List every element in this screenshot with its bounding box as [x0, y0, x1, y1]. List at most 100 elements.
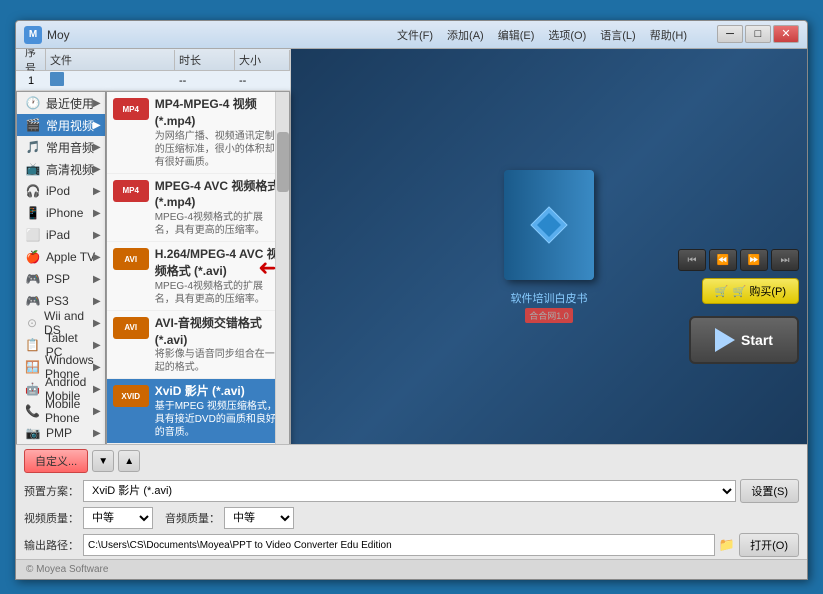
format-desc: 将影像与语音同步组合在一起的格式。	[155, 348, 283, 374]
arrow-icon: ▶	[93, 186, 101, 197]
menu-options[interactable]: 选项(O)	[542, 25, 592, 45]
format-item-mp4-avc[interactable]: MP4 MPEG-4 AVC 视频格式 (*.mp4) MPEG-4视频格式的扩…	[107, 174, 289, 243]
col-header-file: 文件	[46, 50, 175, 70]
red-arrow-indicator: ➜	[258, 255, 276, 281]
app-icon: M	[24, 26, 42, 44]
menu-item-hd-video[interactable]: 📺 高清视频 ▶	[17, 158, 105, 180]
output-select[interactable]: XviD 影片 (*.avi)	[83, 480, 736, 502]
format-desc: MPEG-4视频格式的扩展名，具有更高的压缩率。	[155, 280, 283, 306]
arrow-icon: ▶	[93, 384, 101, 395]
settings-button[interactable]: 设置(S)	[740, 479, 799, 503]
ad-badge: 合合网1.0	[525, 308, 573, 323]
start-label: Start	[741, 332, 773, 348]
format-item-avi-audio[interactable]: AVI AVI-音视频交错格式 (*.avi) 将影像与语音同步组合在一起的格式…	[107, 311, 289, 380]
menu-add[interactable]: 添加(A)	[441, 25, 490, 45]
row-num: 1	[16, 73, 46, 89]
buy-button[interactable]: 🛒 🛒 购买(P)	[702, 278, 799, 304]
menu-item-ipad[interactable]: ⬜ iPad ▶	[17, 224, 105, 246]
folder-icon: 📁	[719, 537, 735, 553]
arrow-icon: ▶	[93, 98, 101, 109]
arrow-icon: ▶	[93, 296, 101, 307]
arrow-icon: ▶	[93, 274, 101, 285]
close-button[interactable]: ✕	[773, 25, 799, 43]
menu-item-common-audio[interactable]: 🎵 常用音频 ▶	[17, 136, 105, 158]
ipad-icon: ⬜	[25, 227, 41, 243]
video-quality-label: 视频质量：	[24, 510, 79, 526]
format-title: MPEG-4 AVC 视频格式 (*.mp4)	[155, 178, 283, 212]
footer: © Moyea Software	[16, 559, 807, 579]
film-icon: 🎬	[25, 117, 41, 133]
arrow-icon: ▶	[93, 230, 101, 241]
maximize-button[interactable]: □	[745, 25, 771, 43]
menu-item-ipod[interactable]: 🎧 iPod ▶	[17, 180, 105, 202]
path-input[interactable]	[83, 534, 715, 556]
menu-help[interactable]: 帮助(H)	[644, 25, 693, 45]
arrow-icon: ▶	[93, 340, 101, 351]
format-info: AVI-音视频交错格式 (*.avi) 将影像与语音同步组合在一起的格式。	[155, 315, 283, 375]
menu-file[interactable]: 文件(F)	[391, 25, 439, 45]
playback-controls: ⏮ ⏪ ⏩ ⏭	[678, 249, 799, 279]
nav-up-button[interactable]: ▲	[118, 450, 140, 472]
cart-icon: 🛒	[715, 285, 729, 298]
menu-lang[interactable]: 语言(L)	[594, 25, 641, 45]
row-size: --	[235, 73, 290, 89]
menu-item-mobile[interactable]: 📞 Mobile Phone ▶	[17, 400, 105, 422]
clock-icon: 🕐	[25, 95, 41, 111]
table-header: 序号 文件 时长 大小	[16, 49, 290, 71]
menu-item-iphone[interactable]: 📱 iPhone ▶	[17, 202, 105, 224]
mobile-icon: 📞	[25, 403, 40, 419]
arrow-icon: ▶	[93, 164, 101, 175]
ad-diamond-icon	[529, 205, 569, 245]
output-label: 预置方案：	[24, 483, 79, 499]
menu-item-pmp[interactable]: 📷 PMP ▶	[17, 422, 105, 444]
ad-area: 软件培训白皮书 合合网1.0	[291, 49, 807, 444]
main-area: 序号 文件 时长 大小 1 -- -- 🕐 最近使用	[16, 49, 807, 444]
right-panel: 软件培训白皮书 合合网1.0 ⏮ ⏪ ⏩ ⏭ 🛒 🛒 购买(P) Start	[291, 49, 807, 444]
menu-item-recent[interactable]: 🕐 最近使用 ▶	[17, 92, 105, 114]
rewind-button[interactable]: ⏪	[709, 249, 737, 271]
format-desc: MPEG-4视频格式的扩展名，具有更高的压缩率。	[155, 211, 283, 237]
minimize-button[interactable]: ─	[717, 25, 743, 43]
start-button[interactable]: Start	[689, 316, 799, 364]
format-desc: 为网络广播、视频通讯定制的压缩标准，很小的体积却有很好画质。	[155, 130, 283, 169]
play-icon	[715, 328, 735, 352]
menu-edit[interactable]: 编辑(E)	[492, 25, 541, 45]
audio-quality-label: 音频质量：	[165, 510, 220, 526]
col-header-dur: 时长	[175, 50, 235, 70]
android-icon: 🤖	[25, 381, 40, 397]
table-row[interactable]: 1 -- --	[16, 71, 290, 91]
video-quality-select[interactable]: 中等	[83, 507, 153, 529]
path-row: 输出路径： 📁 打开(O)	[16, 531, 807, 559]
format-info: MP4-MPEG-4 视频 (*.mp4) 为网络广播、视频通讯定制的压缩标准，…	[155, 96, 283, 169]
dropdown-menu: 🕐 最近使用 ▶ 🎬 常用视频 ▶ 🎵 常用音频 ▶	[16, 91, 290, 444]
format-info: XviD 影片 (*.avi) 基于MPEG 视频压缩格式，具有接近DVD的画质…	[155, 383, 283, 439]
audio-quality-select[interactable]: 中等	[224, 507, 294, 529]
format-title: AVI-音视频交错格式 (*.avi)	[155, 315, 283, 349]
format-badge: AVI	[113, 248, 149, 270]
prev-button[interactable]: ⏮	[678, 249, 706, 271]
format-item-mp4-mpeg4[interactable]: MP4 MP4-MPEG-4 视频 (*.mp4) 为网络广播、视频通讯定制的压…	[107, 92, 289, 174]
arrow-icon: ▶	[93, 318, 101, 329]
scrollbar[interactable]	[275, 92, 289, 444]
open-button[interactable]: 打开(O)	[739, 533, 799, 557]
arrow-icon: ▶	[93, 142, 101, 153]
menu-item-appletv[interactable]: 🍎 Apple TV ▶	[17, 246, 105, 268]
format-badge: MP4	[113, 98, 149, 120]
nav-down-button[interactable]: ▼	[92, 450, 114, 472]
hd-icon: 📺	[25, 161, 41, 177]
format-title: XviD 影片 (*.avi)	[155, 383, 283, 400]
row-file	[46, 70, 175, 91]
tablet-icon: 📋	[25, 337, 41, 353]
psp-icon: 🎮	[25, 271, 41, 287]
scroll-thumb[interactable]	[277, 132, 289, 192]
menu-item-psp[interactable]: 🎮 PSP ▶	[17, 268, 105, 290]
ad-title: 软件培训白皮书	[511, 290, 588, 306]
custom-button[interactable]: 自定义...	[24, 449, 88, 473]
wii-icon: ⊙	[25, 315, 39, 331]
col-header-size: 大小	[235, 50, 290, 70]
next-button[interactable]: ⏭	[771, 249, 799, 271]
ipod-icon: 🎧	[25, 183, 41, 199]
forward-button[interactable]: ⏩	[740, 249, 768, 271]
format-item-xvid[interactable]: XVID XviD 影片 (*.avi) 基于MPEG 视频压缩格式，具有接近D…	[107, 379, 289, 444]
menu-item-common-video[interactable]: 🎬 常用视频 ▶	[17, 114, 105, 136]
